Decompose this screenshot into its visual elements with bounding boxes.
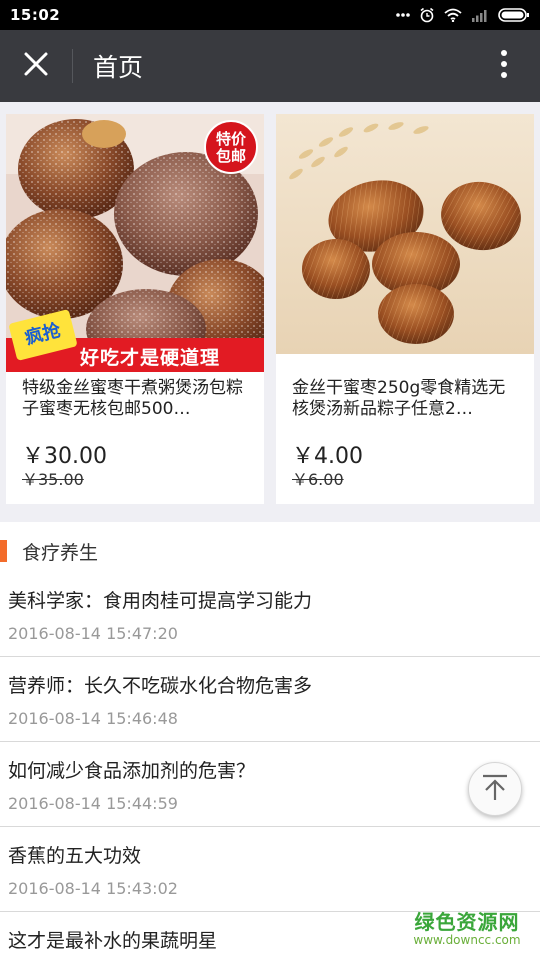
product-image[interactable]: 特价包邮 疯抢 好吃才是硬道理 xyxy=(6,114,264,372)
arrow-up-icon xyxy=(480,772,510,806)
wifi-icon xyxy=(444,8,462,22)
product-old-price: ￥35.00 xyxy=(22,470,84,489)
section-title: 食疗养生 xyxy=(22,541,99,564)
page-title: 首页 xyxy=(93,53,144,82)
news-title[interactable]: 如何减少食品添加剂的危害？ xyxy=(8,756,255,783)
product-image[interactable] xyxy=(276,114,534,372)
watermark: 绿色资源网 www.downcc.com xyxy=(402,906,532,947)
signal-icon xyxy=(471,8,489,22)
product-name[interactable]: 特级金丝蜜枣干煮粥煲汤包粽子蜜枣无核包邮500… xyxy=(22,378,250,420)
more-menu-button[interactable] xyxy=(468,30,540,102)
news-time: 2016-08-14 15:46:48 xyxy=(8,709,178,728)
status-bar: 15:02 xyxy=(0,0,540,30)
list-item[interactable]: 香蕉的五大功效 2016-08-14 15:43:02 xyxy=(0,827,540,912)
app-bar: 首页 xyxy=(0,30,540,102)
news-title[interactable]: 美科学家：食用肉桂可提高学习能力 xyxy=(8,586,312,613)
list-item[interactable]: 营养师：长久不吃碳水化合物危害多 2016-08-14 15:46:48 xyxy=(0,657,540,742)
news-list: 美科学家：食用肉桂可提高学习能力 2016-08-14 15:47:20 营养师… xyxy=(0,572,540,960)
promo-badge: 特价包邮 xyxy=(204,120,258,174)
news-time: 2016-08-14 15:43:02 xyxy=(8,879,178,898)
news-title[interactable]: 香蕉的五大功效 xyxy=(8,841,141,868)
status-icons xyxy=(396,7,530,23)
alarm-icon xyxy=(419,7,435,23)
news-title[interactable]: 这才是最补水的果蔬明星 xyxy=(8,926,217,953)
product-grid: 特价包邮 疯抢 好吃才是硬道理 特级金丝蜜枣干煮粥煲汤包粽子蜜枣无核包邮500…… xyxy=(0,102,540,522)
more-dots-icon xyxy=(396,12,410,18)
list-item[interactable]: 如何减少食品添加剂的危害？ 2016-08-14 15:44:59 xyxy=(0,742,540,827)
more-vertical-icon xyxy=(500,49,508,83)
battery-icon xyxy=(498,8,530,22)
status-time: 15:02 xyxy=(10,6,61,24)
back-to-top-button[interactable] xyxy=(468,762,522,816)
section-accent-bar xyxy=(0,540,7,562)
close-button[interactable] xyxy=(0,30,72,102)
app-bar-divider xyxy=(72,49,73,83)
list-item[interactable]: 美科学家：食用肉桂可提高学习能力 2016-08-14 15:47:20 xyxy=(0,572,540,657)
news-time: 2016-08-14 15:47:20 xyxy=(8,624,178,643)
watermark-url: www.downcc.com xyxy=(413,933,521,947)
news-time: 2016-08-14 15:44:59 xyxy=(8,794,178,813)
watermark-title: 绿色资源网 xyxy=(414,910,520,934)
section-header: 食疗养生 xyxy=(0,532,540,570)
news-title[interactable]: 营养师：长久不吃碳水化合物危害多 xyxy=(8,671,312,698)
product-old-price: ￥6.00 xyxy=(292,470,344,489)
product-name[interactable]: 金丝干蜜枣250g零食精选无核煲汤新品粽子任意2… xyxy=(292,378,520,420)
promo-banner: 好吃才是硬道理 xyxy=(80,347,221,369)
close-icon xyxy=(23,51,49,81)
product-card[interactable]: 金丝干蜜枣250g零食精选无核煲汤新品粽子任意2… ￥4.00 ￥6.00 xyxy=(276,114,534,504)
product-card[interactable]: 特价包邮 疯抢 好吃才是硬道理 特级金丝蜜枣干煮粥煲汤包粽子蜜枣无核包邮500…… xyxy=(6,114,264,504)
